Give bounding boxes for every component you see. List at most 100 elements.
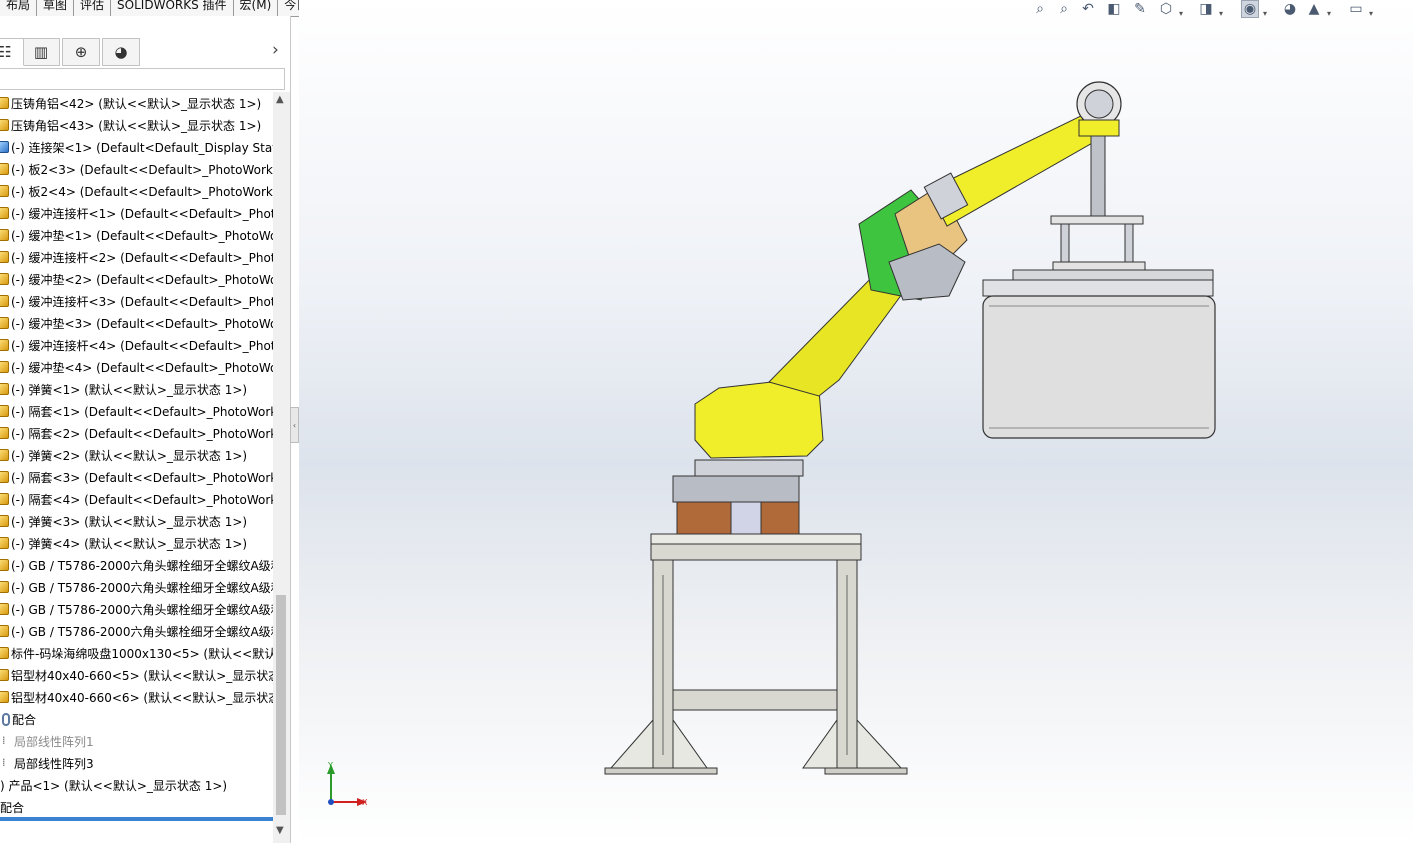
display-manager-icon[interactable]: ◕ [102, 38, 140, 66]
tree-item[interactable]: (-) 板2<3> (Default<<Default>_PhotoWorks [0, 158, 273, 180]
tree-item[interactable]: 配合 [0, 796, 273, 818]
part-icon [0, 339, 9, 351]
tree-item[interactable]: (-) 缓冲垫<1> (Default<<Default>_PhotoWor [0, 224, 273, 246]
tree-item-label: (-) 隔套<1> (Default<<Default>_PhotoWorks [11, 404, 273, 419]
tree-item[interactable]: (-) 弹簧<1> (默认<<默认>_显示状态 1>) [0, 378, 273, 400]
tree-item-label: (-) 缓冲连接杆<1> (Default<<Default>_Photo [11, 206, 273, 221]
tree-item[interactable]: (-) GB / T5786-2000六角头螺栓细牙全螺纹A级和 [0, 620, 273, 642]
tree-item[interactable]: ⁞ 局部线性阵列1 [0, 730, 273, 752]
part-icon [0, 361, 9, 373]
part-icon [0, 647, 9, 659]
tree-item-label: (-) 连接架<1> (Default<Default_Display Stat… [11, 140, 273, 155]
tree-item-label: 局部线性阵列3 [14, 756, 94, 771]
tree-item[interactable]: (-) 缓冲垫<3> (Default<<Default>_PhotoWor [0, 312, 273, 334]
part-icon [0, 295, 9, 307]
tree-item-label: (-) GB / T5786-2000六角头螺栓细牙全螺纹A级和 [11, 580, 273, 595]
tree-item[interactable]: 标件-码垛海绵吸盘1000x130<5> (默认<<默认> [0, 642, 273, 664]
tree-item[interactable]: 配合 [0, 708, 273, 730]
part-icon [0, 405, 9, 417]
part-icon [0, 97, 9, 109]
tree-item[interactable]: (-) 缓冲垫<2> (Default<<Default>_PhotoWor [0, 268, 273, 290]
tree-item-label: 铝型材40x40-660<6> (默认<<默认>_显示状态 [11, 690, 273, 705]
tree-item[interactable]: (-) GB / T5786-2000六角头螺栓细牙全螺纹A级和 [0, 598, 273, 620]
part-icon [0, 273, 9, 285]
part-icon [0, 229, 9, 241]
sponge-gripper [982, 215, 1216, 439]
tree-item-label: 压铸角铝<43> (默认<<默认>_显示状态 1>) [11, 118, 262, 133]
subassembly-icon [0, 141, 9, 153]
part-icon [0, 669, 9, 681]
tree-item[interactable]: (-) 隔套<2> (Default<<Default>_PhotoWorks [0, 422, 273, 444]
horizontal-scroll-indicator[interactable] [0, 817, 273, 821]
command-tab[interactable]: 评估 [74, 0, 112, 17]
tree-item[interactable]: (-) 隔套<1> (Default<<Default>_PhotoWorks [0, 400, 273, 422]
tree-item-label: (-) 缓冲垫<4> (Default<<Default>_PhotoWor [11, 360, 273, 375]
mate-icon [2, 712, 10, 726]
tree-item[interactable]: (-) 连接架<1> (Default<Default_Display Stat… [0, 136, 273, 158]
tree-scrollbar[interactable]: ▲ ▼ [273, 92, 290, 843]
linear-pattern-icon: ⁞ [2, 734, 6, 747]
tree-item[interactable]: 压铸角铝<42> (默认<<默认>_显示状态 1>) [0, 92, 273, 114]
tree-item-label: (-) 缓冲垫<1> (Default<<Default>_PhotoWor [11, 228, 273, 243]
tree-item[interactable]: (-) 弹簧<4> (默认<<默认>_显示状态 1>) [0, 532, 273, 554]
tree-item-label: (-) 缓冲连接杆<2> (Default<<Default>_Photo [11, 250, 273, 265]
linear-pattern-icon: ⁞ [2, 756, 6, 769]
graphics-viewport[interactable]: ⌕ ⌕ ↶ ◧ ✎ ⬡ ▾ ◨ ▾ ◉ ▾ ◕ ▲ ▾ ▭ ▾ Y X [299, 0, 1413, 843]
tree-item[interactable]: 铝型材40x40-660<6> (默认<<默认>_显示状态 [0, 686, 273, 708]
tree-item[interactable]: 压铸角铝<43> (默认<<默认>_显示状态 1>) [0, 114, 273, 136]
part-icon [0, 119, 9, 131]
tree-item-label: (-) 弹簧<3> (默认<<默认>_显示状态 1>) [11, 514, 248, 529]
scroll-down-icon[interactable]: ▼ [276, 825, 284, 836]
scroll-up-icon[interactable]: ▲ [276, 94, 284, 105]
triad-x-label: X [362, 798, 368, 807]
tree-item[interactable]: (-) 缓冲连接杆<2> (Default<<Default>_Photo [0, 246, 273, 268]
command-tab[interactable]: 草图 [37, 0, 75, 17]
tree-filter-input[interactable] [0, 68, 285, 90]
part-icon [0, 559, 9, 571]
tree-item-label: (-) 板2<3> (Default<<Default>_PhotoWorks [11, 162, 273, 177]
part-icon [0, 383, 9, 395]
tree-item[interactable]: (-) 缓冲连接杆<1> (Default<<Default>_Photo [0, 202, 273, 224]
tree-item-label: (-) 缓冲垫<3> (Default<<Default>_PhotoWor [11, 316, 273, 331]
command-tab[interactable]: SOLIDWORKS 插件 [111, 0, 234, 17]
tree-item[interactable]: ⁞ 局部线性阵列3 [0, 752, 273, 774]
tree-item-label: 压铸角铝<42> (默认<<默认>_显示状态 1>) [11, 96, 262, 111]
part-icon [0, 185, 9, 197]
panel-splitter[interactable]: ‹ [290, 407, 299, 443]
tree-item[interactable]: (-) 隔套<4> (Default<<Default>_PhotoWorks [0, 488, 273, 510]
tree-item-label: (-) 板2<4> (Default<<Default>_PhotoWorks [11, 184, 273, 199]
tree-item[interactable]: (-) 缓冲垫<4> (Default<<Default>_PhotoWor [0, 356, 273, 378]
tree-item[interactable]: (-) 弹簧<2> (默认<<默认>_显示状态 1>) [0, 444, 273, 466]
property-manager-icon[interactable]: ▥ [22, 38, 60, 66]
tree-item[interactable]: (-) 隔套<3> (Default<<Default>_PhotoWorks [0, 466, 273, 488]
part-icon [0, 691, 9, 703]
command-tab[interactable]: 宏(M) [233, 0, 279, 17]
tree-item[interactable]: (-) GB / T5786-2000六角头螺栓细牙全螺纹A级和 [0, 554, 273, 576]
command-tab[interactable]: 布局 [0, 0, 38, 17]
tree-item[interactable]: (-) 缓冲连接杆<3> (Default<<Default>_Photo [0, 290, 273, 312]
tree-item[interactable]: (-) 弹簧<3> (默认<<默认>_显示状态 1>) [0, 510, 273, 532]
tree-item-label: 标件-码垛海绵吸盘1000x130<5> (默认<<默认> [11, 646, 273, 661]
part-icon [0, 449, 9, 461]
feature-tree-icon[interactable]: ☷ [0, 38, 24, 66]
part-icon [0, 427, 9, 439]
tree-item-label: (-) 弹簧<2> (默认<<默认>_显示状态 1>) [11, 448, 248, 463]
part-icon [0, 537, 9, 549]
tree-item[interactable]: (-) 板2<4> (Default<<Default>_PhotoWorks [0, 180, 273, 202]
tree-item-label: (-) 隔套<2> (Default<<Default>_PhotoWorks [11, 426, 273, 441]
part-icon [0, 471, 9, 483]
tree-item[interactable]: (-) GB / T5786-2000六角头螺栓细牙全螺纹A级和 [0, 576, 273, 598]
support-stand [604, 533, 908, 775]
tree-item-label: 配合 [12, 712, 37, 727]
tree-item[interactable]: (-) 缓冲连接杆<4> (Default<<Default>_Photo [0, 334, 273, 356]
scrollbar-thumb[interactable] [276, 595, 286, 815]
robot-base [672, 459, 804, 535]
tree-item-label: ) 产品<1> (默认<<默认>_显示状态 1>) [0, 778, 228, 793]
tree-item-label: (-) 缓冲连接杆<4> (Default<<Default>_Photo [11, 338, 273, 353]
tree-item[interactable]: ) 产品<1> (默认<<默认>_显示状态 1>) [0, 774, 273, 796]
tree-item-label: (-) GB / T5786-2000六角头螺栓细牙全螺纹A级和 [11, 624, 273, 639]
more-tabs-arrow-icon[interactable]: › [272, 40, 279, 60]
part-icon [0, 251, 9, 263]
tree-item[interactable]: 铝型材40x40-660<5> (默认<<默认>_显示状态 [0, 664, 273, 686]
configuration-manager-icon[interactable]: ⊕ [62, 38, 100, 66]
